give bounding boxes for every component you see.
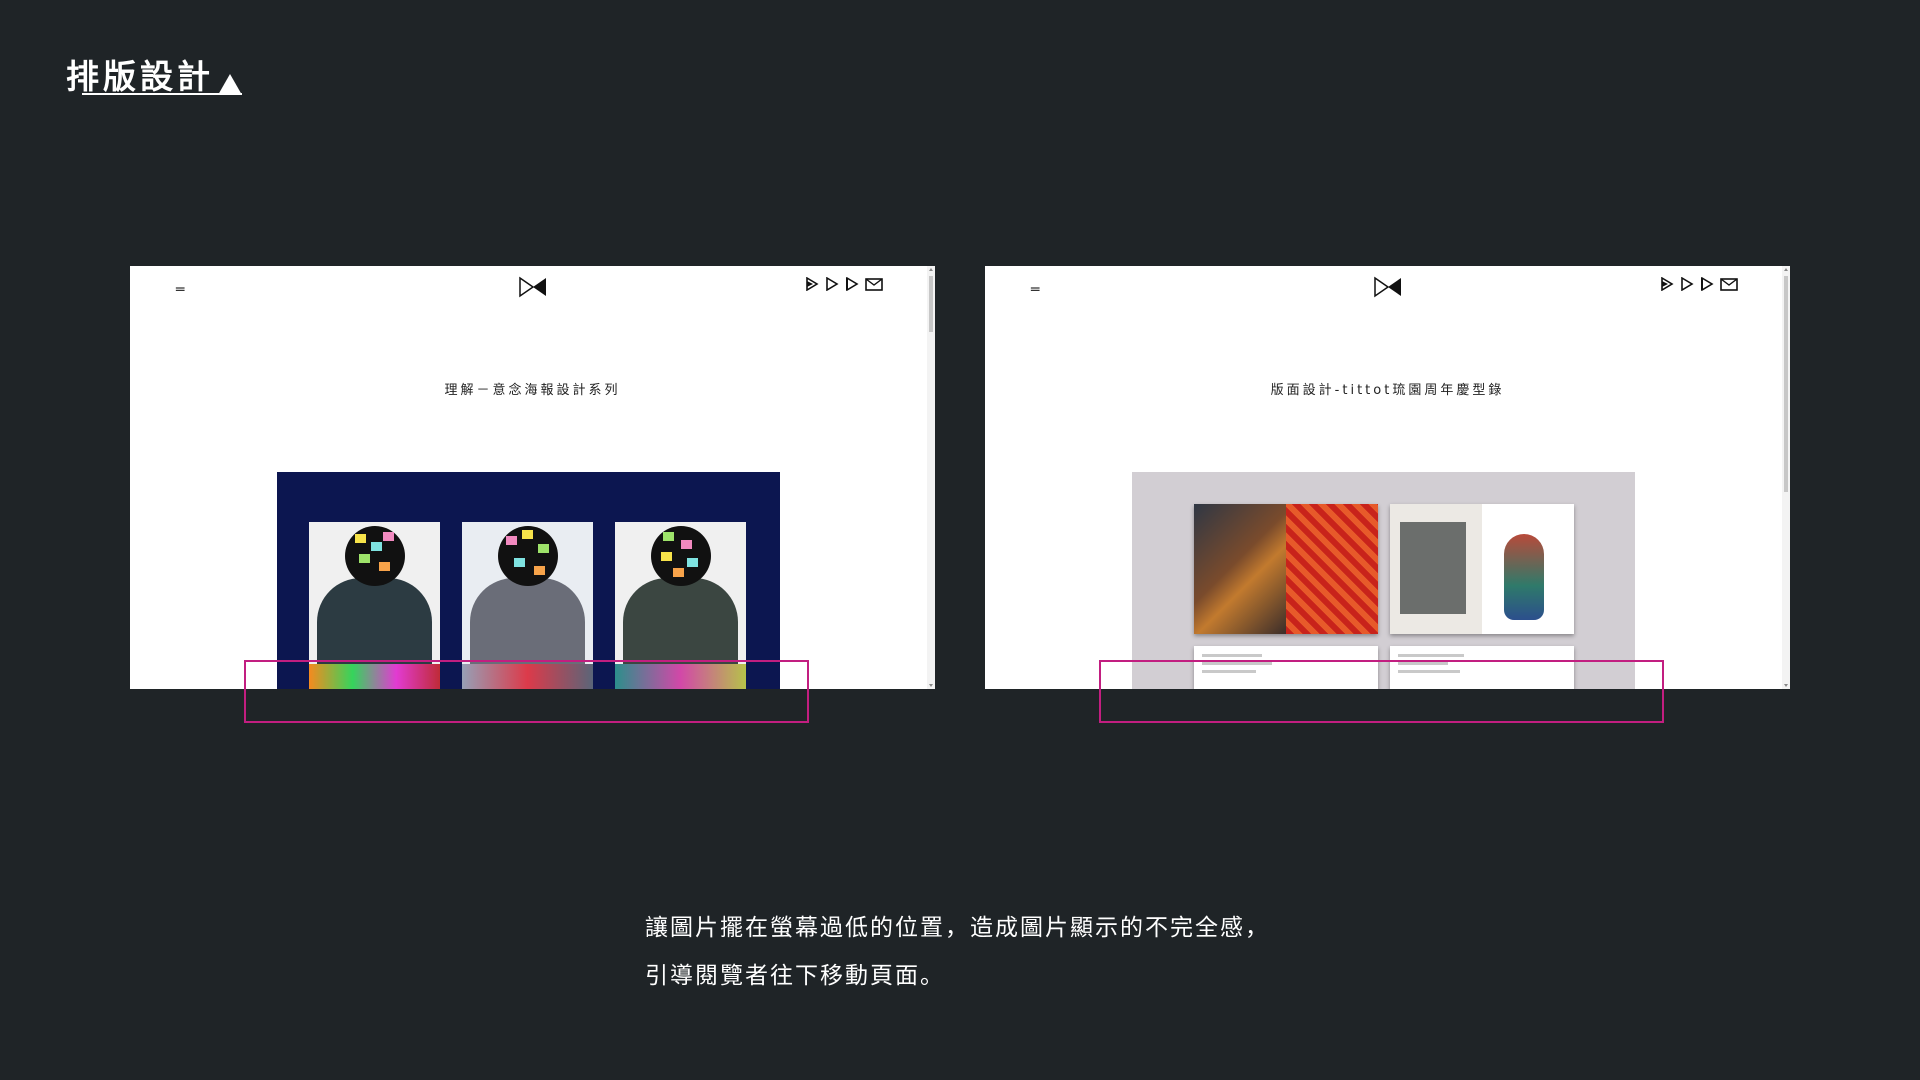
scroll-down-icon[interactable]	[1784, 684, 1788, 687]
website-mockup-left: ═ 理解－意念海報設計系列	[130, 266, 935, 689]
play-icon[interactable]	[1700, 277, 1714, 291]
page-heading: 版面設計-tittot琉園周年慶型錄	[1270, 383, 1505, 398]
menu-icon[interactable]: ═	[176, 282, 184, 298]
website-mockup-right: ═ 版面設計-tittot琉園周年慶型錄	[985, 266, 1790, 689]
caption-line: 讓圖片擺在螢幕過低的位置，造成圖片顯示的不完全感，	[645, 915, 1270, 941]
scroll-up-icon[interactable]	[929, 268, 933, 271]
highlight-box	[1099, 660, 1664, 723]
title-triangle-icon	[218, 74, 242, 95]
scrollbar[interactable]	[1782, 266, 1790, 689]
scroll-up-icon[interactable]	[1784, 268, 1788, 271]
social-links	[1660, 277, 1738, 291]
play-icon[interactable]	[845, 277, 859, 291]
menu-icon[interactable]: ═	[1031, 282, 1039, 298]
hero-image	[277, 472, 780, 689]
play-icon[interactable]	[1660, 277, 1674, 291]
hero-image	[1132, 472, 1635, 689]
play-icon[interactable]	[1680, 277, 1694, 291]
mail-icon[interactable]	[865, 277, 883, 291]
catalog-spread	[1390, 504, 1574, 634]
play-icon[interactable]	[825, 277, 839, 291]
highlight-box	[244, 660, 809, 723]
slide-title: 排版設計	[66, 57, 214, 96]
scroll-thumb[interactable]	[1784, 276, 1788, 492]
caption: 讓圖片擺在螢幕過低的位置，造成圖片顯示的不完全感， 引導閱覽者往下移動頁面。	[645, 904, 1270, 1000]
social-links	[805, 277, 883, 291]
catalog-spread	[1194, 504, 1378, 634]
play-icon[interactable]	[805, 277, 819, 291]
caption-line: 引導閱覽者往下移動頁面。	[645, 963, 945, 989]
logo-icon	[518, 276, 546, 298]
page-heading: 理解－意念海報設計系列	[444, 383, 621, 398]
mail-icon[interactable]	[1720, 277, 1738, 291]
logo-icon	[1373, 276, 1401, 298]
scroll-down-icon[interactable]	[929, 684, 933, 687]
scroll-thumb[interactable]	[929, 276, 933, 332]
scrollbar[interactable]	[927, 266, 935, 689]
